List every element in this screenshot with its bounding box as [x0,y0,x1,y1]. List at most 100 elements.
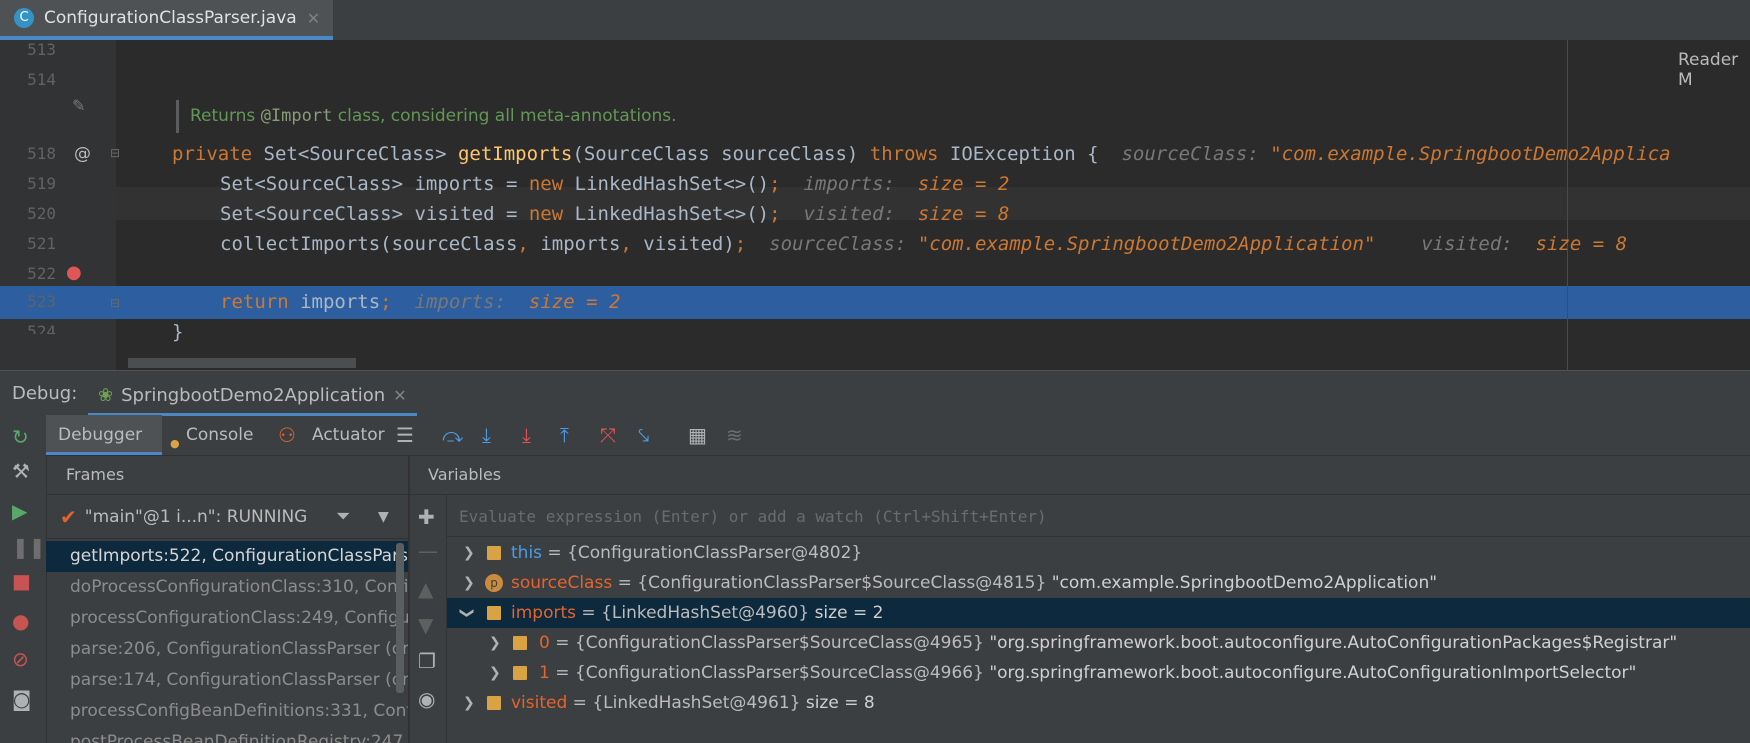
tab-actuator[interactable]: Actuator [300,415,397,455]
variable-row-this[interactable]: ❯ this = {ConfigurationClassParser@4802} [447,538,1750,568]
actuator-icon: ⚇ [278,423,296,447]
file-tab-configurationclassparser[interactable]: C ConfigurationClassParser.java ✕ [0,0,333,40]
tab-debugger[interactable]: Debugger [46,415,162,455]
code-line-518: private Set<SourceClass> getImports(Sour… [172,143,1671,165]
drop-frame-icon[interactable]: ⤧ [600,423,616,447]
editor-horizontal-scrollbar[interactable] [128,358,356,368]
code-line-521: collectImports(sourceClass, imports, vis… [220,233,1628,255]
line-number: 518 [27,144,56,163]
variable-row-visited[interactable]: ❯ visited = {LinkedHashSet@4961} size = … [447,688,1750,718]
thread-selector[interactable]: ✔ "main"@1 i...n": RUNNING ⏷ ▼ [46,495,408,539]
duplicate-watch-icon[interactable]: ❐ [418,649,436,673]
show-watches-icon[interactable]: ◉ [418,687,435,711]
variable-row-imports[interactable]: ❯ imports = {LinkedHashSet@4960} size = … [447,598,1750,628]
frame-item[interactable]: processConfigBeanDefinitions:331, Config… [46,696,408,727]
breakpoint-check-icon[interactable]: ● [66,262,82,283]
line-number: 520 [27,204,56,223]
remove-watch-icon[interactable]: — [418,539,438,563]
code-line-519: Set<SourceClass> imports = new LinkedHas… [220,173,1010,195]
frame-item[interactable]: postProcessBeanDefinitionRegistry:247, C… [46,727,408,743]
trace-current-stream-icon[interactable]: ≋ [726,423,743,447]
chevron-down-icon[interactable]: ❯ [452,607,482,619]
code-line-523: } [172,321,184,343]
frames-list: getImports:522, ConfigurationClassParser… [46,541,408,743]
chevron-down-icon[interactable]: ▼ [378,509,389,525]
fold-icon[interactable]: ⊟ [110,146,120,160]
file-tab-title: ConfigurationClassParser.java [44,8,297,28]
variable-row-imports-1[interactable]: ❯ 1 = {ConfigurationClassParser$SourceCl… [447,658,1750,688]
line-number: 521 [27,234,56,253]
watch-expression-input[interactable]: Evaluate expression (Enter) or add a wat… [447,497,1750,537]
code-line-520: Set<SourceClass> visited = new LinkedHas… [220,203,1010,225]
mute-breakpoints-icon[interactable]: ⊘ [12,647,29,671]
pause-icon[interactable]: ❚❚ [12,535,46,559]
field-icon [513,666,527,680]
doc-comment-bar [176,100,179,133]
annotation-at-icon[interactable]: @ [74,144,91,164]
step-over-icon[interactable]: ⤼ [442,423,463,447]
view-breakpoints-icon[interactable]: ● [12,609,29,633]
debug-session-tab[interactable]: ❀ SpringbootDemo2Application ✕ [88,377,417,416]
tab-console[interactable]: Console [164,415,276,455]
settings-wrench-icon[interactable]: ⚒ [12,459,30,483]
debug-tool-window: Debug: ❀ SpringbootDemo2Application ✕ ↻ … [0,370,1750,743]
field-icon [487,696,501,710]
debug-toolbar: Debugger Console ● ⚇ Actuator ☰ ⤼ ⤓ ⤓ ⤒ … [46,415,1750,456]
chevron-right-icon[interactable]: ❯ [489,658,501,688]
line-number: 522 [27,264,56,283]
frame-item[interactable]: doProcessConfigurationClass:310, Configu… [46,572,408,603]
edit-doc-icon[interactable]: ✎ [72,96,85,115]
code-editor[interactable]: Reader M 513 514 518 519 520 521 522 523… [0,40,1750,370]
frames-scrollbar[interactable] [396,543,404,693]
variables-header: Variables [410,455,1750,495]
line-number: 524 [27,322,56,334]
stop-icon[interactable]: ■ [12,569,31,593]
code-line-522: return imports; imports: size = 2 [220,291,621,313]
frame-item[interactable]: getImports:522, ConfigurationClassParser [46,541,408,572]
debug-left-toolbar: ↻ ⚒ ▶ ❚❚ ■ ● ⊘ ◙ [0,415,47,743]
resume-icon[interactable]: ▶ [12,499,27,523]
rerun-icon[interactable]: ↻ [12,425,29,449]
console-warning-icon: ● [170,437,180,450]
frame-item[interactable]: processConfigurationClass:249, Configura… [46,603,408,634]
variable-row-sourceclass[interactable]: ❯ p sourceClass = {ConfigurationClassPar… [447,568,1750,598]
force-step-into-icon[interactable]: ⤓ [522,423,531,447]
close-session-icon[interactable]: ✕ [393,386,406,405]
layout-menu-icon[interactable]: ☰ [396,423,414,447]
frame-item[interactable]: parse:206, ConfigurationClassParser (org [46,634,408,665]
editor-tab-bar: C ConfigurationClassParser.java ✕ [0,0,1750,41]
line-number: 523 [27,292,56,311]
filter-icon[interactable]: ⏷ [336,506,350,527]
thread-check-icon: ✔ [60,504,77,529]
parameter-icon: p [485,574,503,592]
session-title: SpringbootDemo2Application [121,384,386,406]
reader-mode-button[interactable]: Reader M [1678,50,1750,90]
chevron-right-icon[interactable]: ❯ [489,628,501,658]
doc-comment: Returns @Import class, considering all m… [190,106,677,126]
add-watch-icon[interactable]: ✚ [418,505,435,529]
move-down-icon[interactable]: ▼ [418,613,433,637]
variable-row-imports-0[interactable]: ❯ 0 = {ConfigurationClassParser$SourceCl… [447,628,1750,658]
close-tab-icon[interactable]: ✕ [307,9,320,28]
fold-end-icon[interactable]: ⊟ [110,296,120,310]
spring-boot-icon: ❀ [98,384,114,406]
line-number: 514 [27,70,56,89]
evaluate-expression-icon[interactable]: ▦ [688,423,707,447]
field-icon [513,636,527,650]
camera-icon[interactable]: ◙ [12,687,31,711]
line-number: 519 [27,174,56,193]
field-icon [487,606,501,620]
thread-name: "main"@1 i...n": RUNNING [84,506,308,527]
java-class-icon: C [14,8,34,28]
step-out-icon[interactable]: ⤒ [560,423,569,447]
debug-label: Debug: [12,382,78,404]
move-up-icon[interactable]: ▲ [418,577,433,601]
step-into-icon[interactable]: ⤓ [482,423,491,447]
chevron-right-icon[interactable]: ❯ [463,538,475,568]
run-to-cursor-icon[interactable]: ⤥ [638,423,649,447]
chevron-right-icon[interactable]: ❯ [463,688,475,718]
frame-item[interactable]: parse:174, ConfigurationClassParser (org [46,665,408,696]
variables-side-toolbar: ✚ — ▲ ▼ ❐ ◉ [410,495,447,743]
right-margin-guide [1567,40,1568,370]
chevron-right-icon[interactable]: ❯ [463,568,475,598]
